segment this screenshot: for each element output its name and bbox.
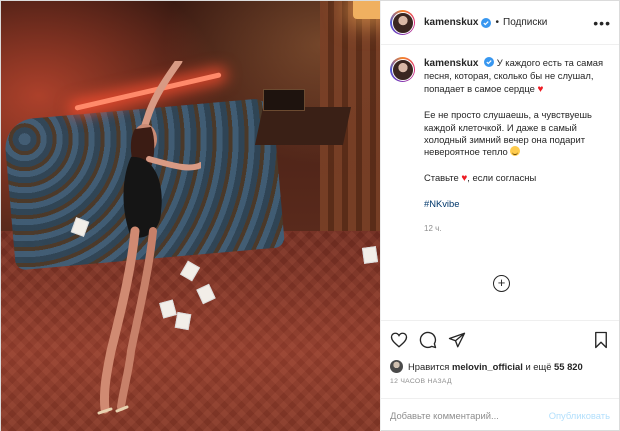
heart-emoji-icon: ♥ [537,83,544,95]
action-bar [381,320,619,358]
liker-username[interactable]: melovin_official [452,361,523,372]
post-side-panel: kamenskux • Подписки ••• kamenskux У каж… [380,1,619,431]
heart-outline-icon[interactable] [390,331,408,349]
caption-section: kamenskux У каждого есть та самая песня,… [381,45,619,320]
photo-radio [263,89,305,111]
caption-avatar[interactable] [390,57,415,82]
post-photo[interactable] [1,1,380,431]
share-icon[interactable] [448,331,466,349]
likes-prefix: Нравится [408,360,450,372]
caption-username[interactable]: kamenskux [424,58,478,69]
more-horizontal-icon[interactable]: ••• [593,15,611,31]
instagram-post: kamenskux • Подписки ••• kamenskux У каж… [0,0,620,431]
verified-badge-icon [484,57,495,67]
caption-text-para3-prefix: Ставьте [424,171,459,183]
author-avatar[interactable] [390,10,415,35]
comment-icon[interactable] [419,331,437,349]
photo-lamp [353,1,380,19]
caption-timestamp: 12 ч. [424,223,442,233]
comment-bar: Опубликовать [381,398,619,431]
caption-text-para2: Ее не просто слушаешь, а чувствуешь кажд… [424,109,592,158]
hashtag-link[interactable]: #NKvibe [424,198,609,210]
photo-table [254,107,352,145]
likes-middle: и ещё [525,360,552,372]
smile-emoji-icon [510,146,521,157]
following-button[interactable]: Подписки [503,17,547,28]
header-separator: • [495,17,499,28]
bookmark-icon[interactable] [592,331,610,349]
load-more-comments-button[interactable]: + [493,275,510,292]
photo-model-figure [97,61,201,415]
post-header: kamenskux • Подписки ••• [381,1,619,45]
verified-badge-icon [481,17,492,28]
likes-count[interactable]: 55 820 [554,361,583,372]
comment-input[interactable] [390,410,549,421]
likes-line: Нравится melovin_official и ещё 55 820 [381,358,619,374]
publish-button[interactable]: Опубликовать [549,410,610,421]
author-username[interactable]: kamenskux [424,17,478,28]
caption-text-para3-suffix: , если согласны [467,171,537,183]
caption-body: kamenskux У каждого есть та самая песня,… [424,57,609,320]
liker-avatar[interactable] [390,359,403,373]
posted-time: 12 ЧАСОВ НАЗАД [390,378,452,385]
photo-polaroid [361,246,379,264]
